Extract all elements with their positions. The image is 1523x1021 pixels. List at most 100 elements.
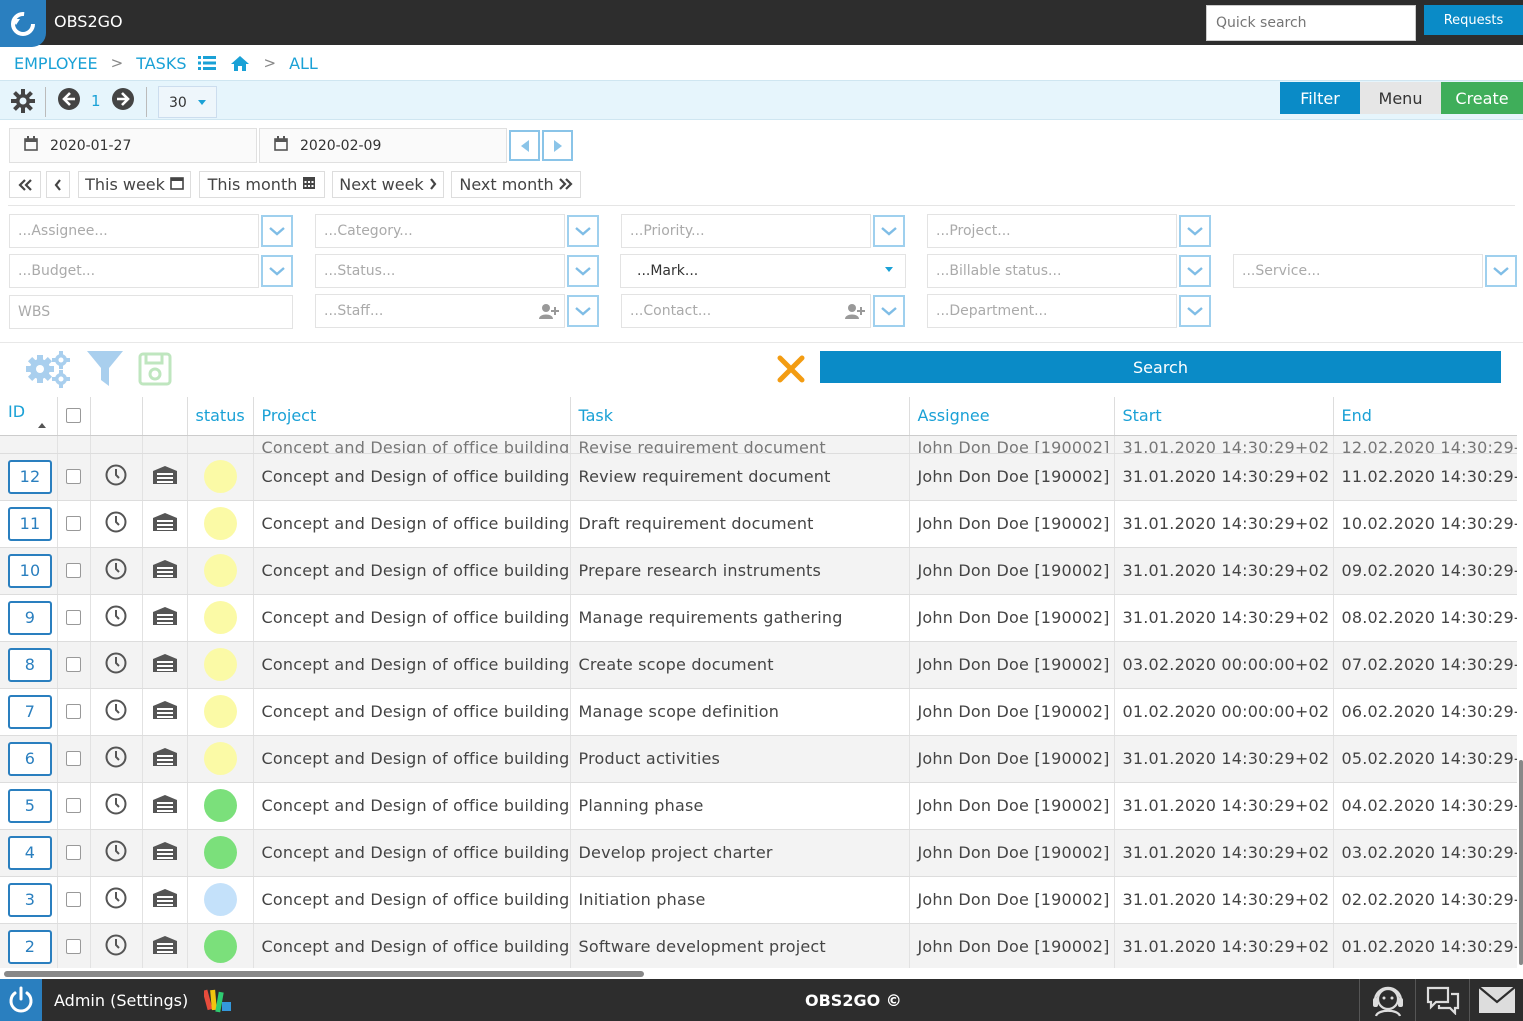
add-user-icon[interactable] <box>539 303 559 323</box>
clock-icon[interactable] <box>105 511 127 537</box>
clock-icon[interactable] <box>105 464 127 490</box>
wbs-input[interactable]: WBS <box>9 295 293 329</box>
table-row[interactable]: 7 Concept and Design of office building Ma… <box>0 688 1517 736</box>
page-size-select[interactable]: 30 <box>158 86 217 118</box>
chevron-down-icon[interactable] <box>873 295 905 327</box>
row-task[interactable]: Prepare research instruments <box>570 547 910 595</box>
home-icon[interactable] <box>230 55 250 72</box>
billable-status-filter[interactable]: ...Billable status... <box>927 254 1211 288</box>
logo-icon[interactable] <box>0 0 46 47</box>
row-task[interactable]: Draft requirement document <box>570 500 910 548</box>
list-icon[interactable] <box>198 55 217 71</box>
arrow-right-circle-icon[interactable] <box>111 87 135 115</box>
row-id-button[interactable]: 10 <box>8 553 52 588</box>
row-task[interactable]: Product activities <box>570 735 910 783</box>
breadcrumb-all[interactable]: ALL <box>289 54 318 73</box>
column-header-status[interactable]: status <box>187 397 254 436</box>
table-row[interactable]: 6 Concept and Design of office building Pr… <box>0 735 1517 783</box>
row-id-button[interactable]: 5 <box>8 788 52 823</box>
chevron-down-icon[interactable] <box>1179 255 1211 287</box>
row-checkbox[interactable] <box>66 704 81 719</box>
department-filter[interactable]: ...Department... <box>927 294 1211 328</box>
palette-icon[interactable] <box>202 988 232 1018</box>
chevron-down-icon[interactable] <box>1485 255 1517 287</box>
status-filter[interactable]: ...Status... <box>315 254 599 288</box>
gear-icon[interactable] <box>11 89 35 117</box>
this-month-button[interactable]: This month <box>199 171 325 198</box>
service-filter[interactable]: ...Service... <box>1233 254 1517 288</box>
chat-icon[interactable] <box>1415 979 1469 1021</box>
row-id-button[interactable]: 7 <box>8 694 52 729</box>
support-agent-icon[interactable] <box>1359 979 1415 1021</box>
select-all-checkbox[interactable] <box>66 408 81 424</box>
row-task[interactable]: Create scope document <box>570 641 910 689</box>
breadcrumb-employee[interactable]: EMPLOYEE <box>14 54 98 73</box>
assignee-filter[interactable]: ...Assignee... <box>9 214 293 248</box>
row-task[interactable]: Software development project <box>570 923 910 968</box>
row-id-button[interactable]: 11 <box>8 506 52 541</box>
menu-button[interactable]: Menu <box>1360 82 1441 114</box>
breadcrumb-tasks[interactable]: TASKS <box>136 54 186 73</box>
clock-icon[interactable] <box>105 699 127 725</box>
row-checkbox[interactable] <box>66 939 81 954</box>
budget-filter[interactable]: ...Budget... <box>9 254 293 288</box>
row-task[interactable]: Initiation phase <box>570 876 910 924</box>
vertical-scrollbar[interactable] <box>1519 760 1523 965</box>
clock-icon[interactable] <box>105 840 127 866</box>
chevron-down-icon[interactable] <box>873 215 905 247</box>
column-header-id[interactable]: ID <box>0 397 58 436</box>
row-checkbox[interactable] <box>66 610 81 625</box>
archive-icon[interactable] <box>151 653 179 677</box>
chevron-down-icon[interactable] <box>1179 295 1211 327</box>
clock-icon[interactable] <box>105 793 127 819</box>
clock-icon[interactable] <box>105 934 127 960</box>
row-checkbox[interactable] <box>66 516 81 531</box>
row-task[interactable]: Manage scope definition <box>570 688 910 736</box>
chevron-down-icon[interactable] <box>567 215 599 247</box>
power-icon[interactable] <box>0 979 42 1021</box>
next-week-button[interactable]: Next week <box>332 171 444 198</box>
row-checkbox[interactable] <box>66 892 81 907</box>
archive-icon[interactable] <box>151 606 179 630</box>
date-from-field[interactable]: 2020-01-27 <box>9 128 257 163</box>
row-task[interactable]: Review requirement document <box>570 453 910 501</box>
chevron-down-icon[interactable] <box>1179 215 1211 247</box>
arrow-left-circle-icon[interactable] <box>57 87 81 115</box>
archive-icon[interactable] <box>151 935 179 959</box>
date-next-button[interactable] <box>542 130 573 161</box>
project-filter[interactable]: ...Project... <box>927 214 1211 248</box>
row-task[interactable]: Manage requirements gathering <box>570 594 910 642</box>
row-checkbox[interactable] <box>66 845 81 860</box>
chevron-down-icon[interactable] <box>567 255 599 287</box>
next-month-button[interactable]: Next month <box>451 171 581 198</box>
mark-select[interactable]: ...Mark... <box>620 254 906 288</box>
row-id-button[interactable]: 2 <box>8 929 52 964</box>
table-row[interactable]: 12 Concept and Design of office building R… <box>0 453 1517 501</box>
this-week-button[interactable]: This week <box>78 171 191 198</box>
archive-icon[interactable] <box>151 465 179 489</box>
column-header-select[interactable] <box>57 397 91 436</box>
date-to-field[interactable]: 2020-02-09 <box>259 128 507 163</box>
search-button[interactable]: Search <box>820 351 1501 383</box>
row-task[interactable]: Develop project charter <box>570 829 910 877</box>
requests-button[interactable]: Requests <box>1424 5 1523 35</box>
add-user-icon[interactable] <box>845 303 865 323</box>
table-row[interactable]: Concept and Design of office building Re… <box>0 435 1517 454</box>
archive-icon[interactable] <box>151 512 179 536</box>
clock-icon[interactable] <box>105 887 127 913</box>
clock-icon[interactable] <box>105 558 127 584</box>
priority-filter[interactable]: ...Priority... <box>621 214 905 248</box>
table-row[interactable]: 3 Concept and Design of office building In… <box>0 876 1517 924</box>
row-id-button[interactable]: 8 <box>8 647 52 682</box>
archive-icon[interactable] <box>151 841 179 865</box>
chevron-down-icon[interactable] <box>567 295 599 327</box>
table-row[interactable]: 11 Concept and Design of office building D… <box>0 500 1517 548</box>
row-checkbox[interactable] <box>66 751 81 766</box>
column-header-project[interactable]: Project <box>253 397 571 436</box>
create-button[interactable]: Create <box>1441 82 1523 114</box>
column-header-end[interactable]: End <box>1333 397 1517 436</box>
row-id-button[interactable]: 4 <box>8 835 52 870</box>
double-chevron-left-icon[interactable] <box>9 171 41 198</box>
row-id-button[interactable]: 9 <box>8 600 52 635</box>
table-row[interactable]: 8 Concept and Design of office building Cr… <box>0 641 1517 689</box>
